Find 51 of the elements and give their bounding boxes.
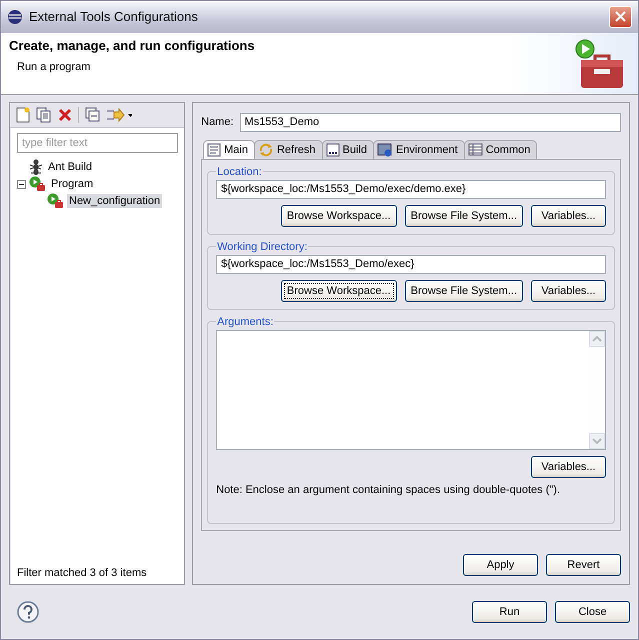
group-title: Location: [216,166,263,178]
refresh-icon [258,142,274,157]
action-button[interactable]: Apply [463,554,538,576]
tab[interactable]: Build [322,140,374,160]
collapse-toggle[interactable] [17,180,26,189]
tab[interactable]: Refresh [254,140,322,160]
help-icon[interactable] [17,600,39,623]
tree-item[interactable]: New_configuration [67,194,162,208]
name-field[interactable]: Ms1553_Demo [240,112,621,132]
browse-button[interactable]: Browse File System... [404,280,523,302]
new-file-icon[interactable] [16,106,30,123]
tab[interactable]: Main [203,140,255,160]
window-title: External Tools Configurations [29,9,199,24]
path-field[interactable]: ${workspace_loc:/Ms1553_Demo/exec/demo.exe} [216,180,606,199]
copy-icon[interactable] [36,106,52,123]
dialog-button[interactable]: Close [555,600,630,623]
path-field[interactable]: ${workspace_loc:/Ms1553_Demo/exec} [216,254,606,274]
group-title: Working Directory: [216,240,308,253]
tree-item[interactable]: Ant Build [46,160,94,174]
ant-icon [29,159,43,176]
action-button[interactable]: Revert [546,554,621,576]
arguments-field[interactable] [216,330,606,450]
window-icon [376,142,393,157]
filter-status: Filter matched 3 of 3 items [17,566,148,579]
browse-button[interactable]: Variables... [531,204,606,227]
filter-dropdown-icon[interactable] [106,106,132,123]
run-toolbox-icon [29,176,46,192]
group-title: Arguments: [216,316,274,328]
browse-button[interactable]: Variables... [531,280,606,302]
run-toolbox-icon [47,193,64,210]
name-label: Name: [201,116,234,128]
browse-button[interactable]: Browse Workspace... [280,280,397,302]
variables-button[interactable]: Variables... [531,456,606,478]
browse-button[interactable]: Browse Workspace... [280,204,397,227]
tab[interactable]: Environment [372,140,465,160]
note-text: Note: Enclose an argument containing spaces using double-quotes ("). [216,484,562,496]
collapse-all-icon[interactable] [85,107,100,122]
browse-button[interactable]: Browse File System... [404,204,523,227]
dialog-button[interactable]: Run [472,600,547,623]
filter-field[interactable]: type filter text [17,132,178,153]
close-icon [615,11,626,22]
tab[interactable]: Common [464,140,538,160]
binary-file-icon [326,142,340,157]
close-button[interactable] [609,6,632,28]
document-icon [207,143,222,158]
header-subtitle: Run a program [16,60,92,73]
delete-icon[interactable] [58,108,72,122]
eclipse-icon [7,8,23,25]
table-icon [468,143,483,156]
tree-item[interactable]: Program [49,177,96,192]
header-title: Create, manage, and run configurations [9,38,256,53]
